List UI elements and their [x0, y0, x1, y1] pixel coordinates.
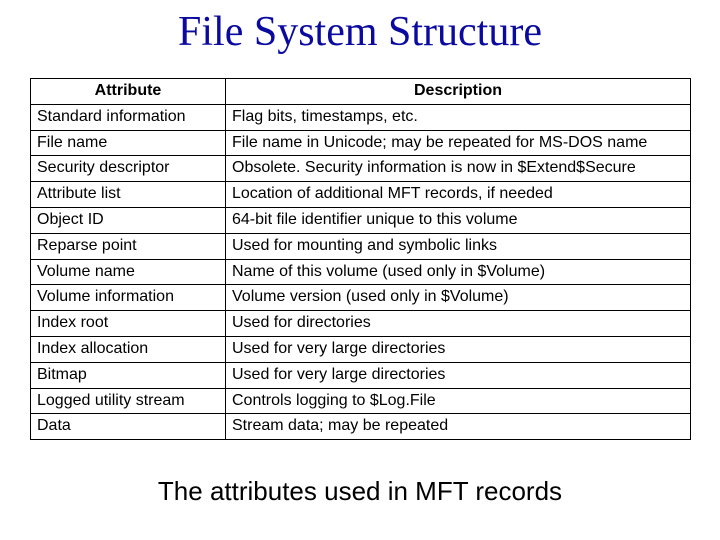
cell-attribute: Data	[31, 414, 226, 440]
table-row: Standard information Flag bits, timestam…	[31, 104, 691, 130]
cell-attribute: Index allocation	[31, 336, 226, 362]
cell-description: Controls logging to $Log.File	[226, 388, 691, 414]
cell-attribute: File name	[31, 130, 226, 156]
cell-description: 64-bit file identifier unique to this vo…	[226, 207, 691, 233]
cell-description: File name in Unicode; may be repeated fo…	[226, 130, 691, 156]
table-row: Volume name Name of this volume (used on…	[31, 259, 691, 285]
slide-title: File System Structure	[30, 8, 690, 56]
table-row: Index allocation Used for very large dir…	[31, 336, 691, 362]
slide-caption: The attributes used in MFT records	[30, 476, 690, 507]
col-header-description: Description	[226, 79, 691, 105]
table-row: File name File name in Unicode; may be r…	[31, 130, 691, 156]
cell-attribute: Index root	[31, 311, 226, 337]
table-row: Index root Used for directories	[31, 311, 691, 337]
cell-attribute: Standard information	[31, 104, 226, 130]
table-row: Object ID 64-bit file identifier unique …	[31, 207, 691, 233]
slide: File System Structure Attribute Descript…	[0, 0, 720, 540]
cell-attribute: Bitmap	[31, 362, 226, 388]
cell-attribute: Logged utility stream	[31, 388, 226, 414]
col-header-attribute: Attribute	[31, 79, 226, 105]
table-row: Logged utility stream Controls logging t…	[31, 388, 691, 414]
cell-attribute: Security descriptor	[31, 156, 226, 182]
table-header-row: Attribute Description	[31, 79, 691, 105]
cell-attribute: Attribute list	[31, 182, 226, 208]
cell-description: Stream data; may be repeated	[226, 414, 691, 440]
cell-description: Obsolete. Security information is now in…	[226, 156, 691, 182]
cell-description: Location of additional MFT records, if n…	[226, 182, 691, 208]
cell-description: Used for very large directories	[226, 362, 691, 388]
cell-attribute: Object ID	[31, 207, 226, 233]
table-row: Bitmap Used for very large directories	[31, 362, 691, 388]
cell-description: Volume version (used only in $Volume)	[226, 285, 691, 311]
table-row: Volume information Volume version (used …	[31, 285, 691, 311]
cell-description: Used for very large directories	[226, 336, 691, 362]
cell-description: Used for directories	[226, 311, 691, 337]
table-row: Security descriptor Obsolete. Security i…	[31, 156, 691, 182]
table-row: Reparse point Used for mounting and symb…	[31, 233, 691, 259]
cell-description: Name of this volume (used only in $Volum…	[226, 259, 691, 285]
cell-attribute: Volume information	[31, 285, 226, 311]
table-row: Data Stream data; may be repeated	[31, 414, 691, 440]
cell-attribute: Reparse point	[31, 233, 226, 259]
table-row: Attribute list Location of additional MF…	[31, 182, 691, 208]
cell-attribute: Volume name	[31, 259, 226, 285]
cell-description: Used for mounting and symbolic links	[226, 233, 691, 259]
cell-description: Flag bits, timestamps, etc.	[226, 104, 691, 130]
attributes-table: Attribute Description Standard informati…	[30, 78, 691, 440]
